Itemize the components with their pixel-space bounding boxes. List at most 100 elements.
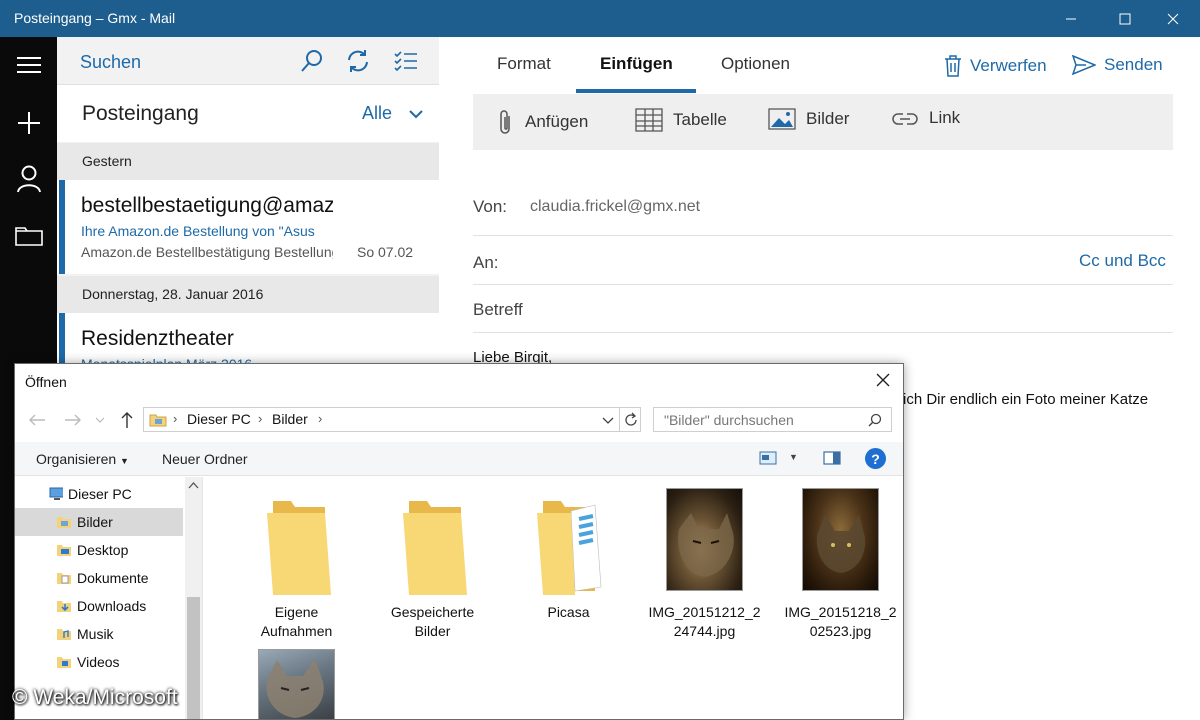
breadcrumb-pictures[interactable]: Bilder xyxy=(272,411,308,427)
link-button[interactable]: Link xyxy=(891,108,960,128)
attach-button[interactable]: Anfügen xyxy=(497,108,588,136)
file-item-image[interactable]: IMG_20151218_2 02523.jpg xyxy=(773,487,903,639)
divider xyxy=(473,284,1173,285)
nav-item-videos[interactable]: Videos xyxy=(15,648,183,676)
close-icon[interactable] xyxy=(873,370,893,390)
filter-dropdown[interactable]: Alle xyxy=(362,103,423,124)
nav-item-pictures[interactable]: Bilder xyxy=(15,508,183,536)
tab-format[interactable]: Format xyxy=(497,54,551,74)
subject-field[interactable]: Betreff xyxy=(473,300,523,320)
plus-icon[interactable] xyxy=(0,97,57,149)
search-input[interactable]: Suchen xyxy=(80,52,141,73)
copyright-watermark: © Weka/Microsoft xyxy=(12,686,178,709)
close-window-button[interactable] xyxy=(1150,0,1196,37)
nav-item-music[interactable]: Musik xyxy=(15,620,183,648)
divider xyxy=(473,332,1173,333)
recent-locations-chevron-icon[interactable] xyxy=(93,410,107,430)
new-folder-button[interactable]: Neuer Ordner xyxy=(162,451,248,467)
search-icon xyxy=(868,413,882,427)
forward-arrow-icon[interactable] xyxy=(63,410,83,430)
pictures-folder-icon xyxy=(57,517,71,528)
folder-icon[interactable] xyxy=(0,209,57,261)
tab-einfuegen[interactable]: Einfügen xyxy=(600,54,673,74)
nav-item-documents[interactable]: Dokumente xyxy=(15,564,183,592)
sync-icon[interactable] xyxy=(343,47,373,75)
message-sender: bestellbestaetigung@amazon.de xyxy=(81,194,333,217)
tab-optionen[interactable]: Optionen xyxy=(721,54,790,74)
file-name: 02523.jpg xyxy=(809,623,872,639)
dialog-title: Öffnen xyxy=(25,374,67,390)
nav-item-label: Dokumente xyxy=(77,570,149,586)
dialog-navigation-pane: Dieser PC Bilder Desktop Dokumente Downl… xyxy=(15,477,203,719)
breadcrumb-this-pc[interactable]: Dieser PC xyxy=(187,411,251,427)
nav-item-label: Bilder xyxy=(77,514,113,530)
file-item-folder[interactable]: Eigene Aufnahmen xyxy=(229,487,364,639)
nav-item-this-pc[interactable]: Dieser PC xyxy=(15,480,183,508)
table-button[interactable]: Tabelle xyxy=(635,108,727,132)
minimize-button[interactable] xyxy=(1048,0,1094,37)
person-icon[interactable] xyxy=(0,153,57,205)
address-bar[interactable]: › Dieser PC › Bilder › xyxy=(143,407,641,432)
breadcrumb-separator-icon: › xyxy=(318,411,323,426)
maximize-button[interactable] xyxy=(1102,0,1148,37)
file-name: IMG_20151212_2 xyxy=(648,604,761,620)
scroll-up-arrow-icon[interactable] xyxy=(185,480,202,492)
help-icon[interactable]: ? xyxy=(865,448,886,469)
date-group-label: Donnerstag, 28. Januar 2016 xyxy=(82,286,264,302)
breadcrumb-separator-icon: › xyxy=(173,411,178,426)
view-options-icon[interactable] xyxy=(759,451,777,470)
pictures-button[interactable]: Bilder xyxy=(768,108,849,130)
downloads-folder-icon xyxy=(57,601,71,612)
file-item-folder[interactable]: Gespeicherte Bilder xyxy=(365,487,500,639)
search-icon[interactable] xyxy=(297,47,327,75)
up-arrow-icon[interactable] xyxy=(117,410,137,430)
hamburger-menu-icon[interactable] xyxy=(0,39,57,91)
folder-title: Posteingang xyxy=(82,102,199,125)
nav-item-label: Downloads xyxy=(77,598,147,614)
refresh-icon[interactable] xyxy=(623,412,639,428)
message-sender: Residenztheater xyxy=(81,327,234,350)
folder-icon xyxy=(403,501,467,595)
file-name: IMG_20151218_2 xyxy=(784,604,897,620)
send-button[interactable]: Senden xyxy=(1072,55,1163,75)
nav-item-label: Videos xyxy=(77,654,120,670)
attach-label: Anfügen xyxy=(525,112,589,131)
desktop-folder-icon xyxy=(57,545,71,556)
divider xyxy=(619,408,620,431)
discard-button[interactable]: Verwerfen xyxy=(944,55,1047,77)
table-label: Tabelle xyxy=(673,110,727,129)
dialog-search-placeholder: "Bilder" durchsuchen xyxy=(664,412,794,428)
file-name: Gespeicherte xyxy=(390,604,475,620)
body-text-line[interactable]: ich Dir endlich ein Foto meiner Katze xyxy=(903,391,1148,408)
scrollbar-thumb[interactable] xyxy=(187,597,200,719)
file-name: Eigene xyxy=(274,604,319,620)
discard-label: Verwerfen xyxy=(970,56,1047,75)
image-thumbnail xyxy=(666,488,743,591)
window-title: Posteingang – Gmx - Mail xyxy=(14,10,176,26)
nav-item-label: Desktop xyxy=(77,542,129,558)
file-item-image[interactable] xyxy=(229,647,364,719)
file-name: 24744.jpg xyxy=(673,623,736,639)
nav-scrollbar[interactable] xyxy=(185,477,202,719)
from-value[interactable]: claudia.frickel@gmx.net xyxy=(530,198,700,216)
selection-mode-icon[interactable] xyxy=(391,47,421,75)
unread-indicator xyxy=(59,180,65,274)
chevron-down-icon[interactable] xyxy=(602,417,614,425)
back-arrow-icon[interactable] xyxy=(27,410,47,430)
nav-item-downloads[interactable]: Downloads xyxy=(15,592,183,620)
videos-folder-icon xyxy=(57,657,71,668)
organize-button[interactable]: Organisieren ▼ xyxy=(36,451,129,467)
cc-bcc-link[interactable]: Cc und Bcc xyxy=(1079,251,1166,271)
dialog-command-bar: Organisieren ▼ Neuer Ordner ▼ ? xyxy=(15,442,903,476)
file-item-folder[interactable]: Picasa xyxy=(501,487,636,620)
send-icon xyxy=(1072,55,1096,75)
organize-label: Organisieren xyxy=(36,451,117,467)
dialog-search-input[interactable]: "Bilder" durchsuchen xyxy=(653,407,892,432)
file-item-image[interactable]: IMG_20151212_2 24744.jpg xyxy=(637,487,772,639)
preview-pane-icon[interactable] xyxy=(823,451,841,470)
image-thumbnail xyxy=(258,649,335,719)
nav-item-desktop[interactable]: Desktop xyxy=(15,536,183,564)
filter-label: Alle xyxy=(362,103,393,123)
view-dropdown-arrow-icon[interactable]: ▼ xyxy=(789,452,798,462)
list-item[interactable]: bestellbestaetigung@amazon.de Ihre Amazo… xyxy=(57,180,439,274)
